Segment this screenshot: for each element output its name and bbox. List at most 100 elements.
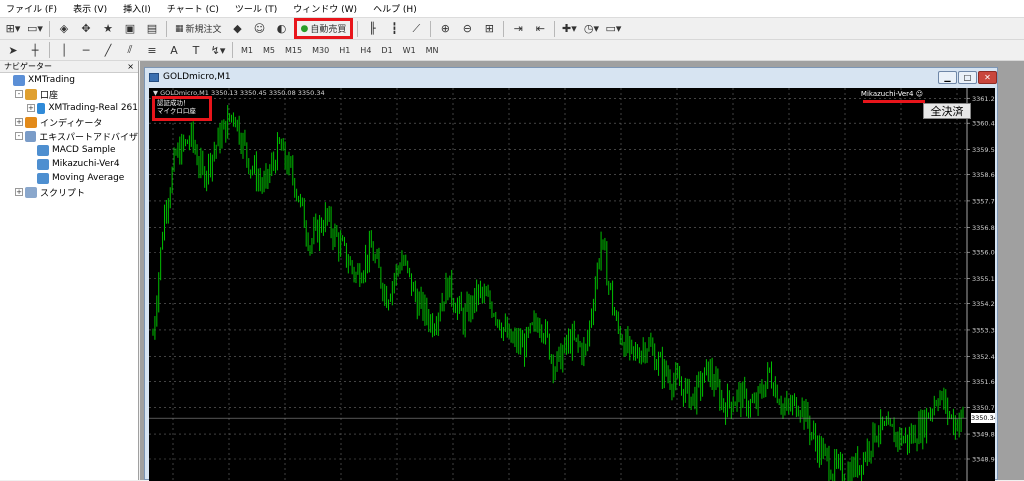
- timeframes-group: M1 M5 M15 M30 H1 H4 D1 W1 MN: [236, 41, 444, 59]
- toolbar-separator: [357, 20, 359, 37]
- scripts-icon: [25, 186, 37, 198]
- bar-chart-icon[interactable]: ╟: [362, 20, 382, 38]
- auto-trade-icon: ●: [300, 23, 309, 34]
- menu-item[interactable]: ツール (T): [229, 2, 287, 15]
- strategy-tester-icon[interactable]: ▤: [142, 20, 162, 38]
- line-chart-icon[interactable]: ⟋: [406, 20, 426, 38]
- collapse-icon[interactable]: -: [15, 90, 23, 98]
- timeframe-m1-button[interactable]: M1: [237, 41, 257, 59]
- y-tick-label: 3352.45: [972, 353, 995, 361]
- expand-icon[interactable]: +: [15, 118, 23, 126]
- navigator-item[interactable]: XMTrading: [0, 73, 138, 87]
- timeframe-m30-button[interactable]: M30: [308, 41, 333, 59]
- new-order-button[interactable]: ▦ 新規注文: [171, 20, 226, 38]
- experts-icon: [24, 130, 37, 142]
- ea-icon: [37, 158, 49, 170]
- close-all-button[interactable]: 全決済: [923, 103, 971, 119]
- expand-icon[interactable]: +: [27, 104, 35, 112]
- navigator-item[interactable]: + インディケータ: [0, 115, 138, 129]
- navigator-item[interactable]: Moving Average: [0, 171, 138, 185]
- navigator-item[interactable]: + XMTrading-Real 261: [0, 101, 138, 115]
- navigator-item[interactable]: - 口座: [0, 87, 138, 101]
- standard-toolbar: ⊞▾ ▭▾ ◈ ✥ ★ ▣ ▤ ▦ 新規注文 ◆ ☺ ◐ ● 自動売買 ╟ ┇ ⟋ …: [0, 18, 1024, 40]
- tile-windows-icon[interactable]: ⊞: [479, 20, 499, 38]
- menu-item[interactable]: チャート (C): [161, 2, 229, 15]
- timeframe-h1-button[interactable]: H1: [335, 41, 354, 59]
- profiles-icon[interactable]: ▭▾: [25, 20, 45, 38]
- navigator-item-label: スクリプト: [40, 188, 86, 199]
- indicators-menu-icon[interactable]: ✚▾: [559, 20, 579, 38]
- y-tick-label: 3356.00: [972, 249, 995, 257]
- line-studies-toolbar: ➤ ┼ │ ─ ╱ ⫽ ≡ A T ↯▾ M1 M5 M15 M30 H1 H4 D1 W1 M…: [0, 40, 1024, 61]
- navigator-item[interactable]: - エキスパートアドバイザ: [0, 129, 138, 143]
- menu-item[interactable]: ヘルプ (H): [367, 2, 427, 15]
- toolbar-separator: [232, 42, 233, 58]
- timeframe-m15-button[interactable]: M15: [281, 41, 306, 59]
- y-tick-label: 3360.40: [972, 120, 995, 128]
- y-tick-label: 3355.10: [972, 275, 995, 283]
- text-label-icon[interactable]: T: [186, 41, 206, 59]
- minimize-icon[interactable]: ▁: [938, 71, 957, 84]
- metaeditor-icon[interactable]: ◆: [228, 20, 248, 38]
- templates-menu-icon[interactable]: ▭▾: [603, 20, 623, 38]
- y-tick-label: 3357.75: [972, 197, 995, 205]
- menu-item[interactable]: 挿入(I): [117, 2, 161, 15]
- zoom-out-icon[interactable]: ⊖: [457, 20, 477, 38]
- close-icon[interactable]: ×: [127, 62, 134, 71]
- market-watch-icon[interactable]: ◈: [54, 20, 74, 38]
- navigator-item[interactable]: MACD Sample: [0, 143, 138, 157]
- terminal-icon[interactable]: ▣: [120, 20, 140, 38]
- text-tool-button[interactable]: A: [164, 41, 184, 59]
- navigator-item-label: エキスパートアドバイザ: [39, 132, 138, 143]
- collapse-icon[interactable]: -: [15, 132, 23, 140]
- auto-trade-button[interactable]: ● 自動売買: [293, 18, 354, 39]
- maximize-icon[interactable]: □: [958, 71, 977, 84]
- menu-item[interactable]: ウィンドウ (W): [287, 2, 367, 15]
- trendline-icon[interactable]: ╱: [98, 41, 118, 59]
- current-price-marker: 3350.34: [971, 413, 995, 424]
- y-tick-label: 3356.85: [972, 224, 995, 232]
- account-type-text: マイクロ口座: [157, 107, 196, 115]
- timeframe-h4-button[interactable]: H4: [356, 41, 375, 59]
- horizontal-line-icon[interactable]: ─: [76, 41, 96, 59]
- menu-item[interactable]: 表示 (V): [67, 2, 117, 15]
- price-chart[interactable]: 3361.25 3360.40 3359.50 3358.65 3357.75 3356.…: [149, 88, 995, 481]
- data-window-icon[interactable]: ✥: [76, 20, 96, 38]
- toolbar-separator: [554, 20, 556, 37]
- periods-menu-icon[interactable]: ◷▾: [581, 20, 601, 38]
- y-tick-label: 3358.65: [972, 171, 995, 179]
- y-tick-label: 3348.95: [972, 456, 995, 464]
- close-icon[interactable]: ✕: [978, 71, 997, 84]
- navigator-item[interactable]: Mikazuchi-Ver4: [0, 157, 138, 171]
- community-icon[interactable]: ☺: [250, 20, 270, 38]
- y-tick-label: 3353.35: [972, 326, 995, 334]
- expand-icon[interactable]: +: [15, 188, 23, 196]
- menu-item[interactable]: ファイル (F): [0, 2, 67, 15]
- navigator-item-label: Moving Average: [52, 173, 125, 183]
- menu-bar: ファイル (F) 表示 (V) 挿入(I) チャート (C) ツール (T) ウィンドウ …: [0, 0, 1024, 18]
- chart-canvas[interactable]: 3361.25 3360.40 3359.50 3358.65 3357.75 3356.…: [149, 88, 995, 481]
- timeframe-d1-button[interactable]: D1: [377, 41, 396, 59]
- chart-shift-icon[interactable]: ⇤: [530, 20, 550, 38]
- navigator-icon[interactable]: ★: [98, 20, 118, 38]
- navigator-item[interactable]: + スクリプト: [0, 185, 138, 199]
- timeframe-w1-button[interactable]: W1: [399, 41, 420, 59]
- crosshair-icon[interactable]: ┼: [25, 41, 45, 59]
- y-tick-label: 3351.60: [972, 378, 995, 386]
- vertical-line-icon[interactable]: │: [54, 41, 74, 59]
- arrows-icon[interactable]: ↯▾: [208, 41, 228, 59]
- signals-icon[interactable]: ◐: [272, 20, 292, 38]
- cursor-icon[interactable]: ➤: [3, 41, 23, 59]
- fibonacci-icon[interactable]: ≡: [142, 41, 162, 59]
- auto-scroll-icon[interactable]: ⇥: [508, 20, 528, 38]
- timeframe-mn-button[interactable]: MN: [422, 41, 443, 59]
- timeframe-m5-button[interactable]: M5: [259, 41, 279, 59]
- candlestick-icon[interactable]: ┇: [384, 20, 404, 38]
- new-chart-icon[interactable]: ⊞▾: [3, 20, 23, 38]
- chart-window-title-bar[interactable]: GOLDmicro,M1 ▁ □ ✕: [145, 68, 997, 86]
- channel-icon[interactable]: ⫽: [120, 41, 140, 59]
- zoom-in-icon[interactable]: ⊕: [435, 20, 455, 38]
- toolbar-separator: [430, 20, 432, 37]
